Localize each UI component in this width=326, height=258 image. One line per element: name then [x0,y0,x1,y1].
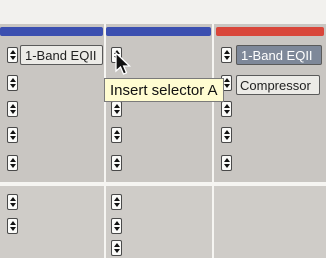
tooltip: Insert selector A [104,78,224,102]
send-selector-a[interactable] [7,194,18,210]
insert-selector-c[interactable] [221,101,232,117]
insert-selector-c[interactable] [7,101,18,117]
insert-selector-b[interactable] [7,75,18,91]
sends-section [0,186,326,258]
insert-selector-a[interactable] [7,47,18,63]
column-divider [212,186,214,258]
insert-selector-d[interactable] [221,127,232,143]
insert-selector-d[interactable] [7,127,18,143]
insert-selector-d[interactable] [111,127,122,143]
send-selector-c[interactable] [111,240,122,256]
send-selector-a[interactable] [111,194,122,210]
mixer-inserts-panel: 1-Band EQII 1-Band EQII Compressor Inser… [0,0,326,258]
insert-selector-e[interactable] [7,155,18,171]
mouse-pointer-icon [115,52,132,75]
insert-selector-c[interactable] [111,101,122,117]
insert-selector-e[interactable] [111,155,122,171]
insert-selector-e[interactable] [221,155,232,171]
insert-plugin-button[interactable]: Compressor [236,75,320,95]
insert-plugin-button[interactable]: 1-Band EQII [236,45,322,65]
track-color-strip [106,27,211,36]
insert-plugin-button[interactable]: 1-Band EQII [20,45,103,65]
send-selector-b[interactable] [7,218,18,234]
track-color-strip [0,27,103,36]
track-color-strip [216,27,324,36]
send-selector-b[interactable] [111,218,122,234]
header-area [0,0,326,24]
column-divider [104,186,106,258]
insert-selector-a[interactable] [221,47,232,63]
section-divider [0,182,326,186]
